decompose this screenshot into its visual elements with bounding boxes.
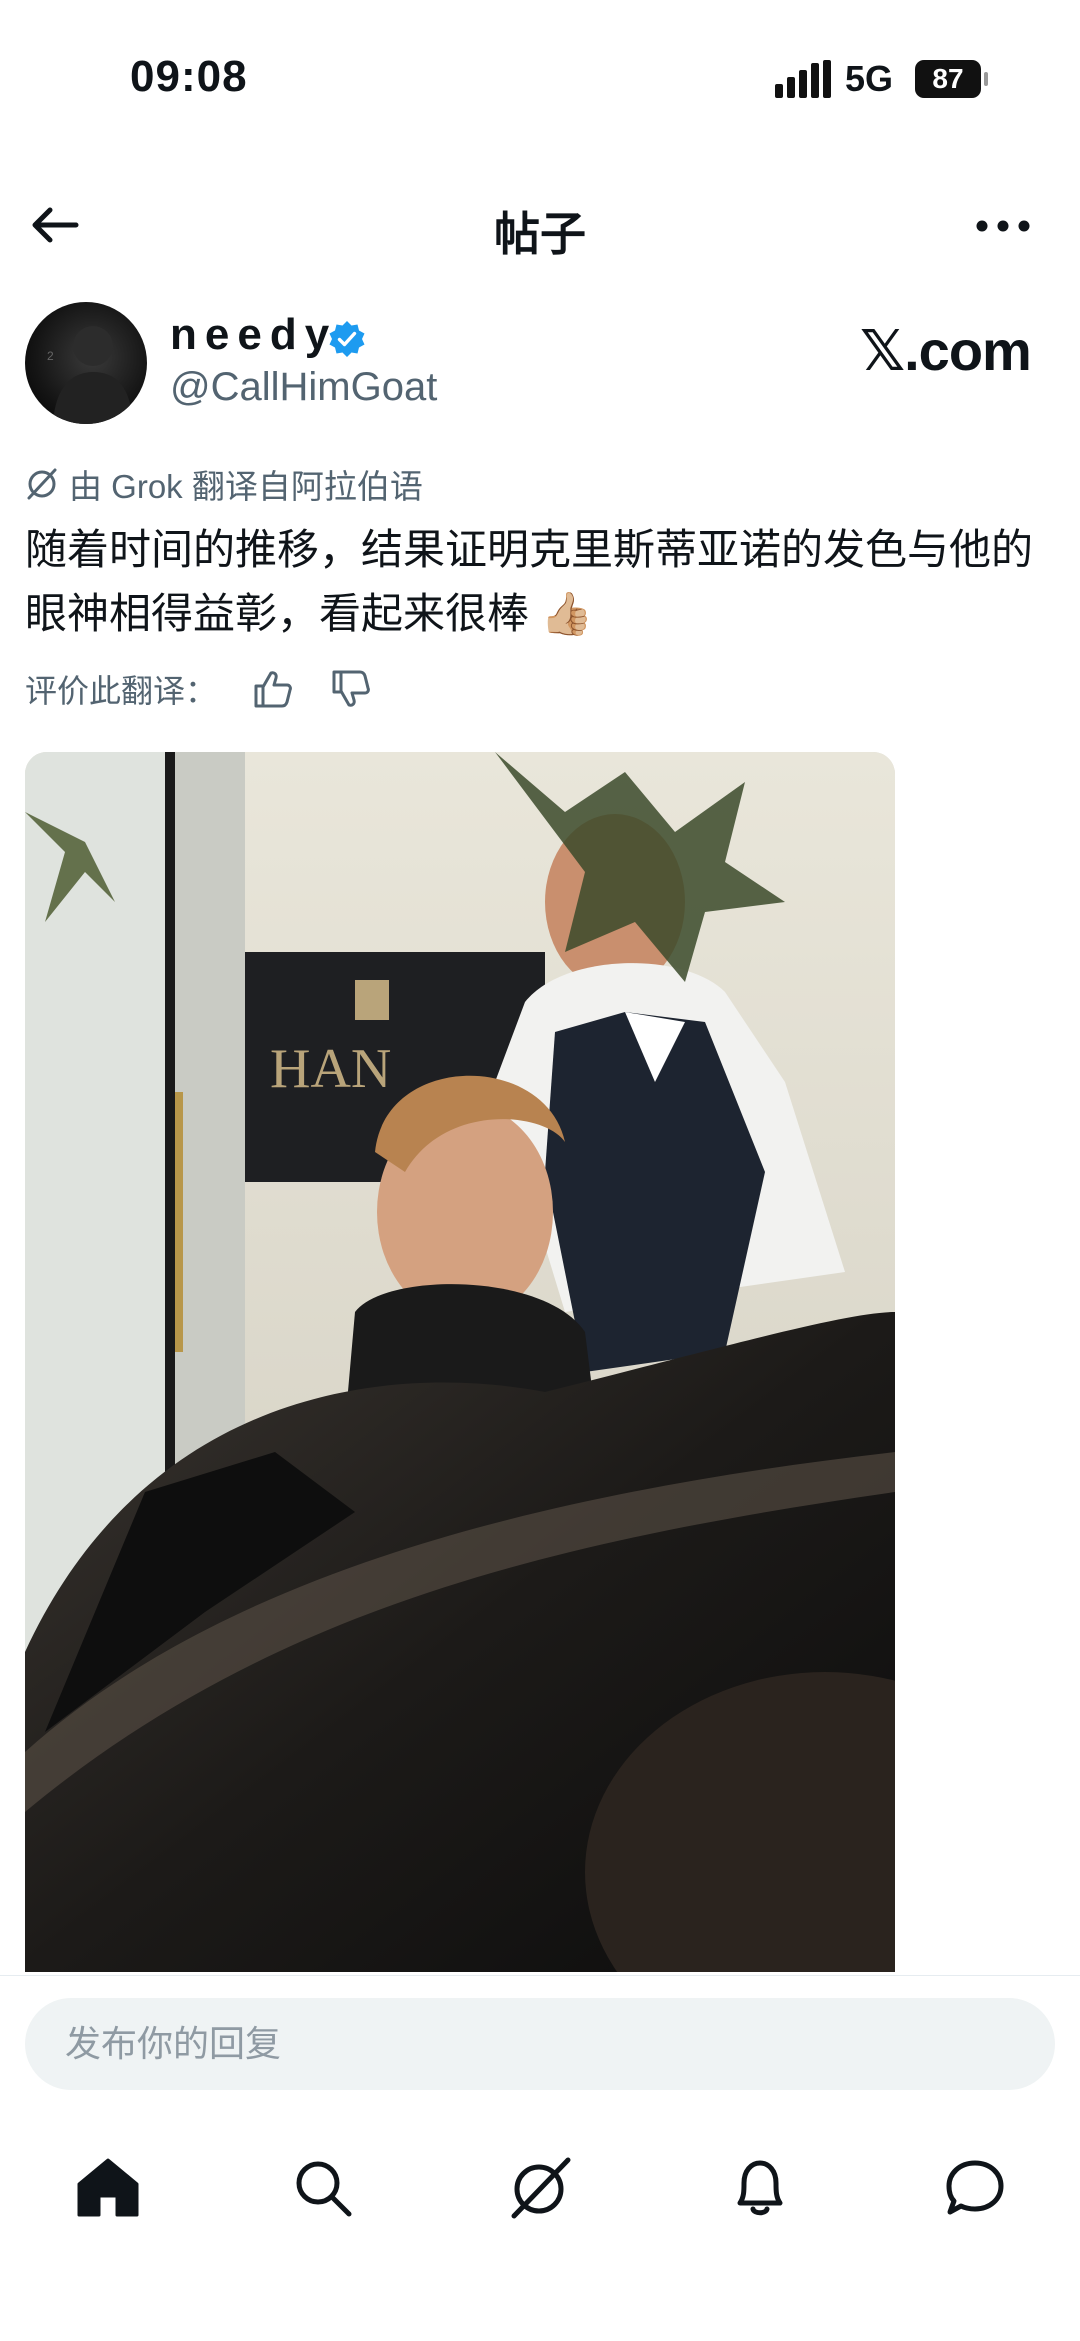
grok-icon bbox=[511, 2157, 571, 2219]
messages-icon bbox=[946, 2160, 1004, 2215]
bottom-nav bbox=[0, 2120, 1080, 2260]
author-display-name[interactable]: needy bbox=[170, 310, 337, 360]
nav-notifications[interactable] bbox=[720, 2148, 800, 2228]
signal-icon bbox=[775, 60, 831, 98]
nav-grok[interactable] bbox=[500, 2148, 580, 2228]
nav-home[interactable] bbox=[68, 2148, 148, 2228]
network-type: 5G bbox=[845, 58, 894, 99]
reply-input[interactable] bbox=[25, 1998, 1055, 2090]
rate-translation-label: 评价此翻译： bbox=[25, 673, 218, 709]
more-options-button[interactable] bbox=[970, 198, 1036, 254]
svg-text:2: 2 bbox=[47, 349, 54, 363]
x-logo-watermark: 𝕏.com bbox=[860, 319, 1032, 382]
top-bar: 帖子 bbox=[0, 170, 1080, 280]
status-bar: 09:08 5G 87 bbox=[0, 0, 1080, 150]
svg-text:HAN: HAN bbox=[270, 1038, 391, 1100]
author-handle[interactable]: @CallHimGoat bbox=[170, 365, 437, 410]
verified-badge-icon bbox=[329, 321, 365, 357]
more-icon bbox=[976, 220, 1030, 232]
nav-messages[interactable] bbox=[935, 2148, 1015, 2228]
battery-indicator: 87 bbox=[915, 60, 988, 98]
avatar[interactable]: 2 bbox=[25, 302, 147, 424]
thumbs-up-button[interactable] bbox=[249, 665, 297, 713]
rate-translation: 评价此翻译： bbox=[25, 665, 375, 713]
nav-search[interactable] bbox=[283, 2148, 363, 2228]
translation-note: 由 Grok 翻译自阿拉伯语 bbox=[25, 460, 423, 508]
post-text: 随着时间的推移，结果证明克里斯蒂亚诺的发色与他的眼神相得益彰，看起来很棒 👍🏼 bbox=[25, 526, 1034, 637]
status-time: 09:08 bbox=[130, 52, 248, 101]
grok-icon bbox=[27, 468, 57, 500]
page-title: 帖子 bbox=[494, 208, 586, 260]
translation-note-text: 由 Grok 翻译自阿拉伯语 bbox=[69, 468, 423, 505]
home-icon bbox=[77, 2158, 139, 2217]
reply-bar bbox=[0, 1975, 1080, 2090]
post-photo[interactable]: HAN bbox=[25, 752, 895, 1972]
notifications-icon bbox=[737, 2160, 783, 2216]
thumbs-down-button[interactable] bbox=[327, 665, 375, 713]
thumbs-down-icon bbox=[332, 670, 370, 707]
search-icon bbox=[296, 2161, 352, 2217]
thumbs-up-icon bbox=[254, 671, 292, 708]
